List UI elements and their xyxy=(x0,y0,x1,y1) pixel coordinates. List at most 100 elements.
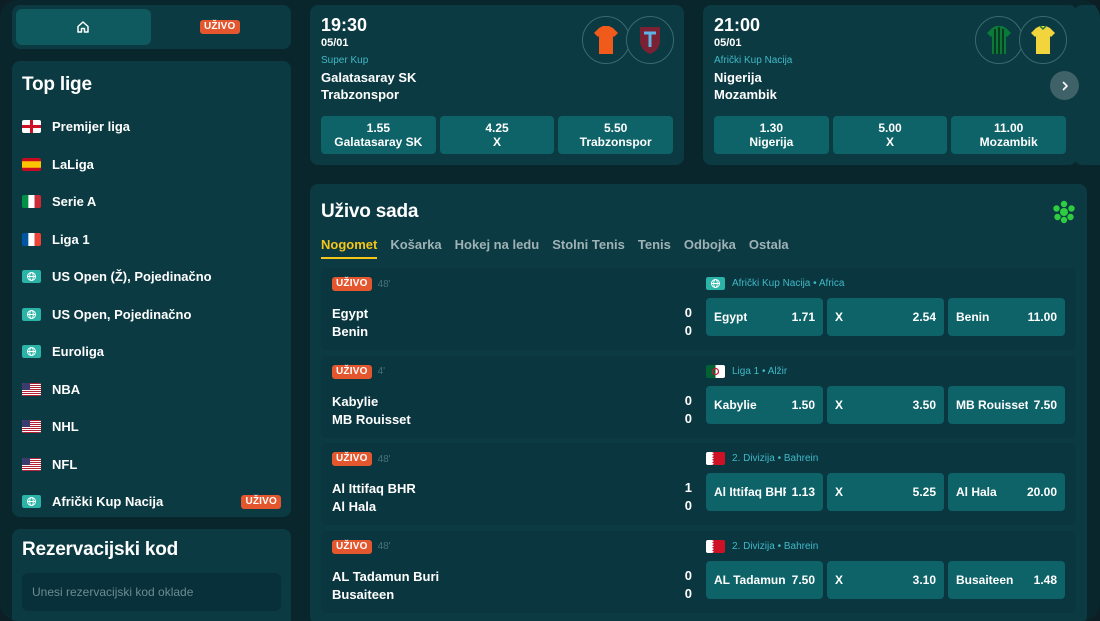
odd-button[interactable]: 11.00 Mozambik xyxy=(951,116,1067,154)
sport-tab[interactable]: Košarka xyxy=(390,237,441,259)
odd-button[interactable]: X 3.50 xyxy=(827,385,944,424)
odd-label: Al Hala xyxy=(956,485,997,499)
odd-value: 5.00 xyxy=(878,121,902,135)
live-now-title: Uživo sada xyxy=(321,201,419,222)
reservation-code-input[interactable] xyxy=(22,573,281,611)
odd-label: Nigerija xyxy=(749,135,794,149)
away-team: Mozambik xyxy=(714,87,777,102)
event-league-name: 2. Divizija • Bahrein xyxy=(732,540,819,552)
league-list: Premijer liga LaLiga Serie A Liga 1 US Open … xyxy=(22,108,281,521)
event-info: UŽIVO 48' Egypt 0 Benin 0 xyxy=(332,276,692,341)
odd-button[interactable]: 5.00 X xyxy=(832,116,948,154)
home-jersey-icon xyxy=(582,16,630,64)
odd-label: Mozambik xyxy=(979,135,1038,149)
live-event-row[interactable]: UŽIVO 48' Al Ittifaq BHR 1 Al Hala 0 2. Divizi… xyxy=(321,443,1076,525)
bahrain-flag-icon xyxy=(706,539,725,553)
sidebar-league-item[interactable]: NFL xyxy=(22,446,281,484)
odd-button[interactable]: 1.55 Galatasaray SK xyxy=(321,116,436,154)
sport-tab[interactable]: Ostala xyxy=(749,237,789,259)
odd-button[interactable]: 4.25 X xyxy=(439,116,555,154)
home-team: Al Ittifaq BHR xyxy=(332,481,416,496)
odd-label: Egypt xyxy=(714,310,748,324)
top-leagues-title: Top lige xyxy=(22,74,92,95)
italy-flag-icon xyxy=(22,195,41,209)
live-header: Uživo sada xyxy=(321,200,1076,224)
odd-button[interactable]: Kabylie 1.50 xyxy=(706,385,823,424)
odd-button[interactable]: X 3.10 xyxy=(827,560,944,599)
odd-button[interactable]: Al Ittifaq BHR 1.13 xyxy=(706,473,823,511)
live-badge: UŽIVO xyxy=(332,277,372,291)
soccer-ball-icon xyxy=(1053,200,1075,224)
match-minute: 4' xyxy=(377,366,386,377)
odd-button[interactable]: X 5.25 xyxy=(827,473,944,511)
odd-button[interactable]: X 2.54 xyxy=(827,298,944,336)
odd-value: 3.50 xyxy=(912,397,936,412)
away-team: Busaiteen xyxy=(332,586,395,602)
home-team: AL Tadamun Buri xyxy=(332,568,440,584)
live-badge: UŽIVO xyxy=(332,539,372,554)
sport-tab[interactable]: Odbojka xyxy=(684,237,736,259)
carousel-next-button[interactable] xyxy=(1050,71,1079,100)
event-market: Afrički Kup Nacija • Africa Egypt 1.71 X 2.5… xyxy=(706,277,1066,336)
odd-label: MB Rouisset xyxy=(956,397,1028,412)
odd-button[interactable]: Egypt 1.71 xyxy=(706,298,823,336)
sport-tab[interactable]: Tenis xyxy=(638,237,671,259)
event-league-name: Afrički Kup Nacija • Africa xyxy=(732,278,845,289)
odd-button[interactable]: 1.30 Nigerija xyxy=(714,116,829,154)
sidebar-league-item[interactable]: NBA xyxy=(22,371,281,409)
reservation-title: Rezervacijski kod xyxy=(22,539,179,560)
globe-icon xyxy=(22,307,41,321)
odd-button[interactable]: MB Rouisset 7.50 xyxy=(948,385,1065,424)
odd-value: 7.50 xyxy=(1033,397,1057,412)
live-event-row[interactable]: UŽIVO 4' Kabylie 0 MB Rouisset 0 Liga 1 • Alži… xyxy=(321,355,1076,438)
sport-tabs: Nogomet Košarka Hokej na ledu Stolni Tenis T… xyxy=(321,237,1076,259)
home-score: 0 xyxy=(684,305,692,320)
home-team: Nigerija xyxy=(714,70,762,85)
bahrain-flag-icon xyxy=(706,452,725,465)
sidebar-league-item[interactable]: NHL xyxy=(22,408,281,446)
globe-icon xyxy=(706,277,725,290)
sidebar-league-item[interactable]: Liga 1 xyxy=(22,221,281,259)
sidebar-league-item[interactable]: Serie A xyxy=(22,183,281,221)
sport-tab[interactable]: Stolni Tenis xyxy=(552,237,625,259)
league-name: Afrički Kup Nacija xyxy=(52,494,164,510)
sidebar-league-item[interactable]: US Open, Pojedinačno xyxy=(22,296,281,334)
away-team: Al Hala xyxy=(332,499,377,514)
odd-label: AL Tadamun Buri xyxy=(714,572,786,587)
odd-button[interactable]: Al Hala 20.00 xyxy=(948,473,1065,511)
home-team: Egypt xyxy=(332,306,369,321)
odd-button[interactable]: Benin 11.00 xyxy=(948,298,1065,336)
top-match-card[interactable]: 21:00 05/01 Afrički Kup Nacija Nigerija Moza… xyxy=(703,5,1077,165)
odd-value: 11.00 xyxy=(993,121,1024,135)
odd-button[interactable]: Busaiteen 1.48 xyxy=(948,560,1065,599)
sidebar-league-item[interactable]: Premijer liga xyxy=(22,108,281,146)
odd-value: 11.00 xyxy=(1027,310,1057,324)
live-event-row[interactable]: UŽIVO 48' AL Tadamun Buri 0 Busaiteen 0 2. Div… xyxy=(321,530,1076,613)
tab-home[interactable] xyxy=(16,9,151,45)
top-match-card[interactable]: 19:30 05/01 Super Kup Galatasaray SK Trabzon… xyxy=(310,5,684,165)
event-info: UŽIVO 48' AL Tadamun Buri 0 Busaiteen 0 xyxy=(332,539,692,604)
sport-tab[interactable]: Nogomet xyxy=(321,237,378,259)
odd-label: Kabylie xyxy=(714,397,757,412)
live-event-row[interactable]: UŽIVO 48' Egypt 0 Benin 0 Afrički Kup Nacija •… xyxy=(321,268,1076,350)
sidebar-league-item[interactable]: Afrički Kup Nacija UŽIVO xyxy=(22,483,281,521)
odd-value: 3.10 xyxy=(912,572,936,587)
event-league: Afrički Kup Nacija • Africa xyxy=(706,277,1066,290)
live-badge: UŽIVO xyxy=(332,364,372,379)
sidebar-league-item[interactable]: Euroliga xyxy=(22,333,281,371)
sidebar-league-item[interactable]: US Open (Ž), Pojedinačno xyxy=(22,258,281,296)
top-leagues-panel: Top lige Premijer liga LaLiga Serie A Liga … xyxy=(12,61,291,517)
sport-tab[interactable]: Hokej na ledu xyxy=(455,237,540,259)
odd-value: 1.30 xyxy=(759,121,784,135)
tab-live[interactable]: UŽIVO xyxy=(153,9,288,45)
odd-button[interactable]: AL Tadamun Buri 7.50 xyxy=(706,560,823,599)
odd-button[interactable]: 5.50 Trabzonspor xyxy=(558,116,674,154)
away-score: 0 xyxy=(684,498,692,513)
event-odds: Kabylie 1.50 X 3.50 MB Rouisset 7.50 xyxy=(706,385,1066,424)
odd-label: Busaiteen xyxy=(956,572,1014,587)
event-league: Liga 1 • Alžir xyxy=(706,364,1066,378)
sidebar-league-item[interactable]: LaLiga xyxy=(22,146,281,184)
odd-value: 1.50 xyxy=(791,397,815,412)
odd-label: Trabzonspor xyxy=(579,135,652,149)
spain-flag-icon xyxy=(22,157,41,171)
